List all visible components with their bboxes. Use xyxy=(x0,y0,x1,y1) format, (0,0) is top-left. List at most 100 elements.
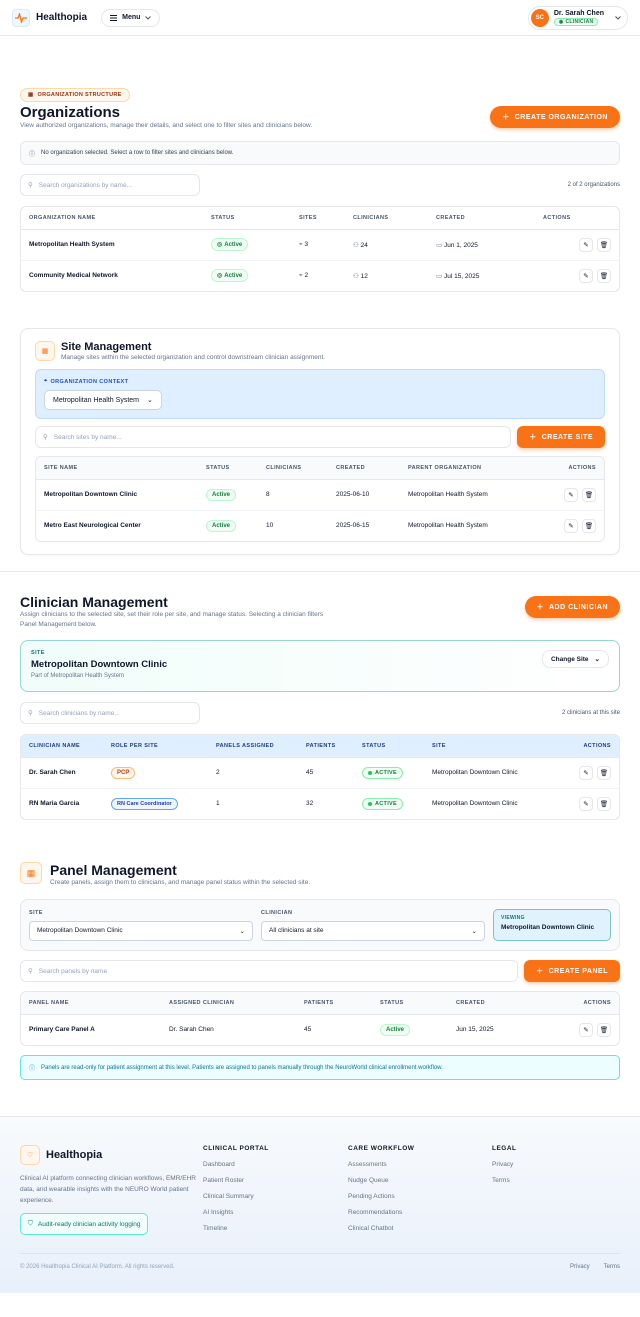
footer-terms-link[interactable]: Terms xyxy=(604,1264,620,1270)
org-count: 2 of 2 organizations xyxy=(567,182,620,188)
edit-button[interactable]: ✎ xyxy=(579,765,593,780)
create-panel-button[interactable]: ＋ CREATE PANEL xyxy=(524,960,620,982)
site-select[interactable]: Metropolitan Downtown Clinic ⌄ xyxy=(29,920,253,941)
pencil-icon: ✎ xyxy=(583,272,589,280)
col-role[interactable]: ROLE PER SITE xyxy=(103,735,208,758)
footer-link[interactable]: Clinical Summary xyxy=(203,1193,348,1200)
panel-management-title: Panel Management xyxy=(50,862,177,878)
col-created[interactable]: CREATED xyxy=(448,992,539,1015)
add-clinician-button[interactable]: ＋ ADD CLINICIAN xyxy=(524,596,620,618)
clinician-select[interactable]: All clinicians at site ⌄ xyxy=(261,920,485,941)
change-site-button[interactable]: Change Site ⌄ xyxy=(541,650,609,668)
col-org-name[interactable]: ORGANIZATION NAME xyxy=(21,207,203,230)
plus-icon: ＋ xyxy=(529,434,537,441)
status-badge: Active xyxy=(380,1023,411,1036)
table-row[interactable]: Metropolitan Downtown Clinic Active 8 20… xyxy=(36,479,604,511)
delete-button[interactable]: 🗑 xyxy=(597,765,611,780)
col-clinicians[interactable]: CLINICIANS xyxy=(345,207,428,230)
delete-button[interactable]: 🗑 xyxy=(597,268,611,283)
trash-icon: 🗑 xyxy=(599,272,609,280)
col-status[interactable]: STATUS xyxy=(198,457,258,480)
create-organization-button[interactable]: ＋ CREATE ORGANIZATION xyxy=(490,106,620,128)
edit-button[interactable]: ✎ xyxy=(579,268,593,283)
col-clinician-name[interactable]: CLINICIAN NAME xyxy=(21,735,103,758)
menu-label: Menu xyxy=(122,14,141,21)
col-patients[interactable]: PATIENTS xyxy=(298,735,354,758)
footer-link[interactable]: Clinical Chatbot xyxy=(348,1225,492,1232)
col-created[interactable]: CREATED xyxy=(428,207,535,230)
edit-button[interactable]: ✎ xyxy=(579,796,593,811)
edit-button[interactable]: ✎ xyxy=(579,1022,593,1037)
table-row[interactable]: Primary Care Panel A Dr. Sarah Chen 45 A… xyxy=(21,1014,619,1045)
status-badge: ACTIVE xyxy=(362,797,403,810)
footer-link[interactable]: Privacy xyxy=(492,1161,517,1168)
organization-select[interactable]: Metropolitan Health System ⌄ xyxy=(44,390,162,410)
footer-privacy-link[interactable]: Privacy xyxy=(570,1264,590,1270)
footer-col-title: CARE WORKFLOW xyxy=(348,1145,415,1152)
footer-link[interactable]: AI Insights xyxy=(203,1209,348,1216)
created-date: 2025-06-10 xyxy=(328,479,400,511)
edit-button[interactable]: ✎ xyxy=(564,518,578,533)
site-search-input[interactable]: ⚲ Search sites by name... xyxy=(35,426,512,448)
panel-search-input[interactable]: ⚲ Search panels by name xyxy=(20,960,519,982)
pulse-logo-icon[interactable] xyxy=(12,8,30,27)
org-search-input[interactable]: ⚲ Search organizations by name... xyxy=(20,174,200,196)
chevron-down-icon: ⌄ xyxy=(146,397,153,404)
trash-icon: 🗑 xyxy=(584,522,594,530)
col-parent[interactable]: PARENT ORGANIZATION xyxy=(400,457,542,480)
audit-text: Audit-ready clinician activity logging xyxy=(37,1220,141,1228)
menu-button[interactable]: Menu xyxy=(101,8,161,27)
col-panel-name[interactable]: PANEL NAME xyxy=(21,992,161,1015)
col-patients[interactable]: PATIENTS xyxy=(296,992,372,1015)
footer-link[interactable]: Recommendations xyxy=(348,1209,492,1216)
status-badge: ◎ Active xyxy=(211,238,249,251)
user-menu[interactable]: SC Dr. Sarah Chen ◉ CLINICIAN xyxy=(527,5,628,30)
col-assigned-clinician[interactable]: ASSIGNED CLINICIAN xyxy=(161,992,296,1015)
footer-link[interactable]: Terms xyxy=(492,1177,517,1184)
delete-button[interactable]: 🗑 xyxy=(582,487,596,502)
delete-button[interactable]: 🗑 xyxy=(597,1022,611,1037)
footer-link[interactable]: Assessments xyxy=(348,1161,492,1168)
col-status[interactable]: STATUS xyxy=(354,735,424,758)
table-row[interactable]: Dr. Sarah Chen PCP 2 45 ACTIVE Metropoli… xyxy=(21,757,619,789)
check-circle-icon: ◉ xyxy=(558,18,564,25)
calendar-icon: ▭ xyxy=(436,272,444,280)
table-row[interactable]: Metro East Neurological Center Active 10… xyxy=(36,510,604,541)
table-row[interactable]: Community Medical Network ◎ Active ⌖ 2 ⚇ … xyxy=(21,260,619,291)
create-site-button[interactable]: ＋ CREATE SITE xyxy=(517,426,605,448)
delete-button[interactable]: 🗑 xyxy=(597,237,611,252)
edit-button[interactable]: ✎ xyxy=(579,237,593,252)
footer-bottom: © 2026 Healthopia Clinical AI Platform. … xyxy=(20,1253,620,1270)
col-site-name[interactable]: SITE NAME xyxy=(36,457,198,480)
delete-button[interactable]: 🗑 xyxy=(597,796,611,811)
status-dot xyxy=(368,801,372,806)
edit-button[interactable]: ✎ xyxy=(564,487,578,502)
delete-button[interactable]: 🗑 xyxy=(582,518,596,533)
org-structure-chip: ▦ ORGANIZATION STRUCTURE xyxy=(20,88,130,102)
footer-link[interactable]: Nudge Queue xyxy=(348,1177,492,1184)
created-date: Jun 1, 2025 xyxy=(443,241,478,249)
pencil-icon: ✎ xyxy=(568,491,574,499)
col-clinicians[interactable]: CLINICIANS xyxy=(258,457,328,480)
footer-link[interactable]: Dashboard xyxy=(203,1161,348,1168)
col-panels[interactable]: PANELS ASSIGNED xyxy=(208,735,298,758)
clinician-search-input[interactable]: ⚲ Search clinicians by name... xyxy=(20,702,200,724)
col-site[interactable]: SITE xyxy=(424,735,557,758)
table-row[interactable]: RN Maria Garcia RN Care Coordinator 1 32… xyxy=(21,788,619,819)
parent-organization: Metropolitan Health System xyxy=(400,479,542,511)
hamburger-icon xyxy=(110,14,118,21)
footer-link[interactable]: Patient Roster xyxy=(203,1177,348,1184)
table-row[interactable]: Metropolitan Health System ◎ Active ⌖ 3 ⚇… xyxy=(21,229,619,261)
col-sites[interactable]: SITES xyxy=(291,207,345,230)
pencil-icon: ✎ xyxy=(583,769,589,777)
heart-logo-icon: ♡ xyxy=(20,1145,40,1165)
col-status[interactable]: STATUS xyxy=(203,207,291,230)
col-created[interactable]: CREATED xyxy=(328,457,400,480)
panels-count: 1 xyxy=(216,800,220,808)
col-status[interactable]: STATUS xyxy=(372,992,448,1015)
panel-management-desc: Create panels, assign them to clinicians… xyxy=(50,879,311,886)
selection-notice: ⓘ No organization selected. Select a row … xyxy=(20,141,620,165)
footer-link[interactable]: Timeline xyxy=(203,1225,348,1232)
footer-link[interactable]: Pending Actions xyxy=(348,1193,492,1200)
status-badge: Active xyxy=(206,488,237,501)
